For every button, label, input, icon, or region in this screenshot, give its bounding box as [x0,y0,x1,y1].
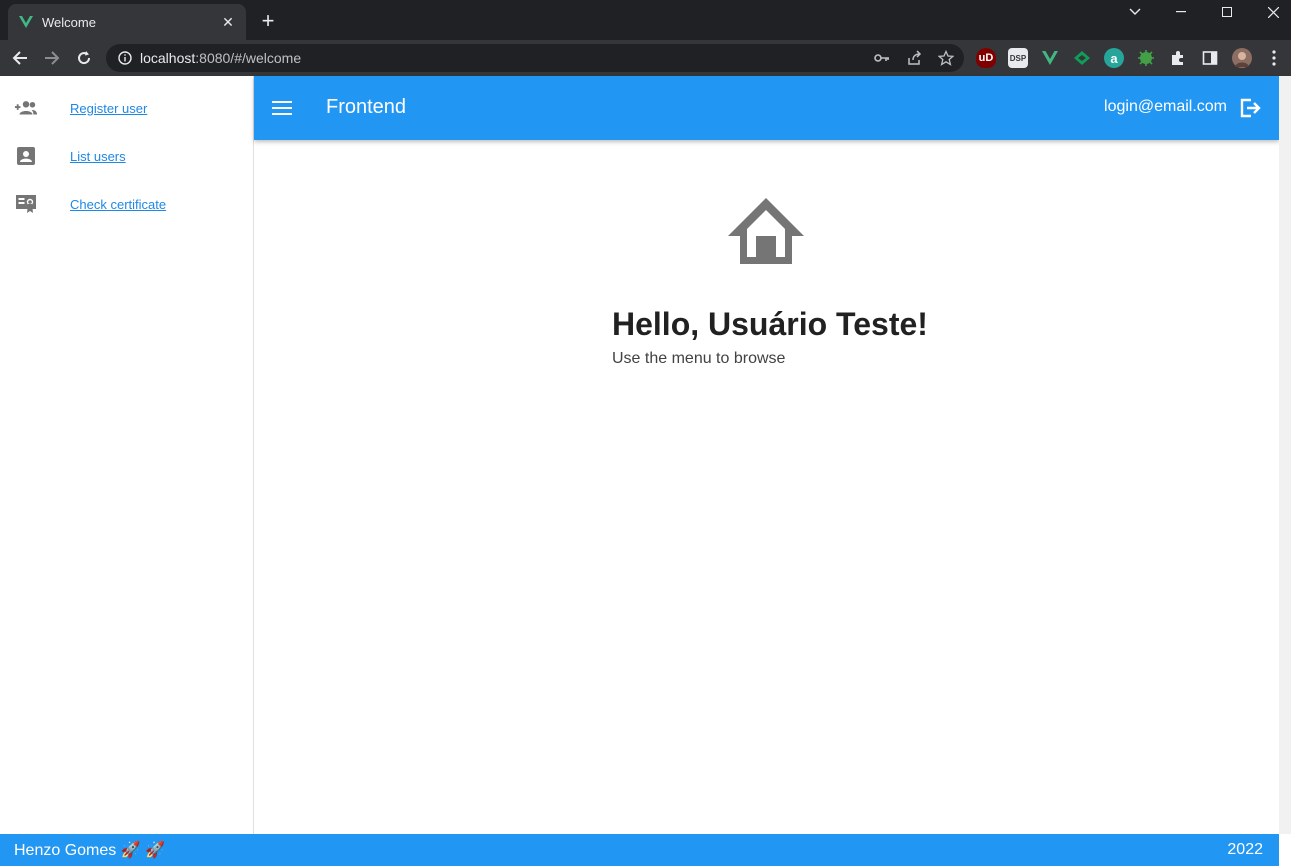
main-content: Hello, Usuário Teste! Use the menu to br… [254,140,1279,834]
profile-avatar[interactable] [1232,48,1252,68]
info-icon[interactable] [118,51,132,65]
sidebar-item-register-user[interactable]: Register user [0,84,253,132]
share-icon[interactable] [902,46,926,70]
user-email: login@email.com [1104,98,1227,115]
sidebar-item-list-users[interactable]: List users [0,132,253,180]
greeting-heading: Hello, Usuário Teste! [612,306,928,342]
sidebar-item-label[interactable]: List users [70,149,126,164]
tab-close-icon[interactable]: ✕ [220,14,236,30]
sidebar-item-check-certificate[interactable]: Check certificate [0,180,253,228]
side-panel-icon[interactable] [1200,48,1220,68]
vue-logo-icon [19,16,33,28]
new-tab-button[interactable]: + [256,10,280,34]
key-icon[interactable] [870,46,894,70]
page-scrollbar[interactable] [1279,76,1291,834]
dsp-extension-icon[interactable]: DSP [1008,48,1028,68]
app-title: Frontend [326,96,407,118]
bookmark-star-icon[interactable] [934,46,958,70]
url-host: localhost [140,50,196,66]
home-icon [728,198,804,264]
back-button[interactable] [8,46,32,70]
contact-card-icon [14,144,38,168]
close-window-button[interactable] [1250,0,1291,24]
forward-button[interactable] [40,46,64,70]
maximize-button[interactable] [1204,0,1250,24]
hamburger-menu-icon[interactable] [270,96,294,120]
a-extension-icon[interactable]: a [1104,48,1124,68]
ublock-extension-icon[interactable]: uD [976,48,996,68]
navigation-drawer: Register user List users Check certifica… [0,76,254,834]
certificate-icon [14,192,38,216]
browser-tab-strip: Welcome ✕ + [0,0,1291,40]
bug-extension-icon[interactable] [1136,48,1156,68]
reload-button[interactable] [72,46,96,70]
footer-year: 2022 [1227,841,1263,858]
vue-devtools-extension-icon[interactable] [1040,48,1060,68]
browser-tab[interactable]: Welcome ✕ [8,4,246,40]
address-bar[interactable]: localhost:8080/#/welcome [106,44,964,72]
add-group-icon [14,96,38,120]
diamond-extension-icon[interactable] [1072,48,1092,68]
browser-toolbar: localhost:8080/#/welcome uD DSP a [0,40,1291,76]
browser-menu-icon[interactable] [1264,48,1284,68]
tab-title: Welcome [42,14,96,30]
minimize-button[interactable] [1158,0,1204,24]
extensions-puzzle-icon[interactable] [1168,48,1188,68]
sidebar-item-label[interactable]: Register user [70,101,147,116]
url-path: :8080/#/welcome [195,50,302,66]
tab-search-icon[interactable] [1112,0,1158,24]
logout-icon[interactable] [1239,96,1263,120]
footer: Henzo Gomes 🚀 🚀 2022 [0,834,1279,866]
greeting-subtitle: Use the menu to browse [612,350,786,367]
app-bar: Frontend login@email.com [254,76,1279,140]
footer-author: Henzo Gomes 🚀 🚀 [14,842,165,859]
sidebar-item-label[interactable]: Check certificate [70,197,166,212]
